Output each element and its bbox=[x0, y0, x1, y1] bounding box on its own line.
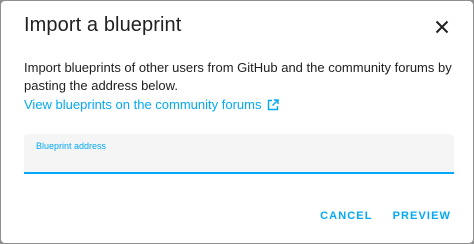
blueprint-address-label: Blueprint address bbox=[36, 141, 107, 151]
cancel-button[interactable]: CANCEL bbox=[320, 210, 372, 222]
dialog-actions: CANCEL PREVIEW bbox=[320, 210, 451, 222]
dialog-description: Import blueprints of other users from Gi… bbox=[24, 60, 452, 93]
close-button[interactable] bbox=[426, 11, 458, 43]
blueprint-address-input[interactable] bbox=[36, 152, 441, 170]
open-in-new-icon bbox=[268, 98, 280, 110]
blueprint-address-field[interactable]: Blueprint address bbox=[24, 134, 454, 174]
community-forums-link-label: View blueprints on the community forums bbox=[24, 97, 262, 112]
dialog-title: Import a blueprint bbox=[24, 14, 182, 36]
close-icon bbox=[435, 20, 449, 34]
import-blueprint-dialog: Import a blueprint Import blueprints of … bbox=[1, 1, 473, 243]
preview-button[interactable]: PREVIEW bbox=[393, 210, 451, 222]
community-forums-link[interactable]: View blueprints on the community forums bbox=[24, 97, 280, 112]
